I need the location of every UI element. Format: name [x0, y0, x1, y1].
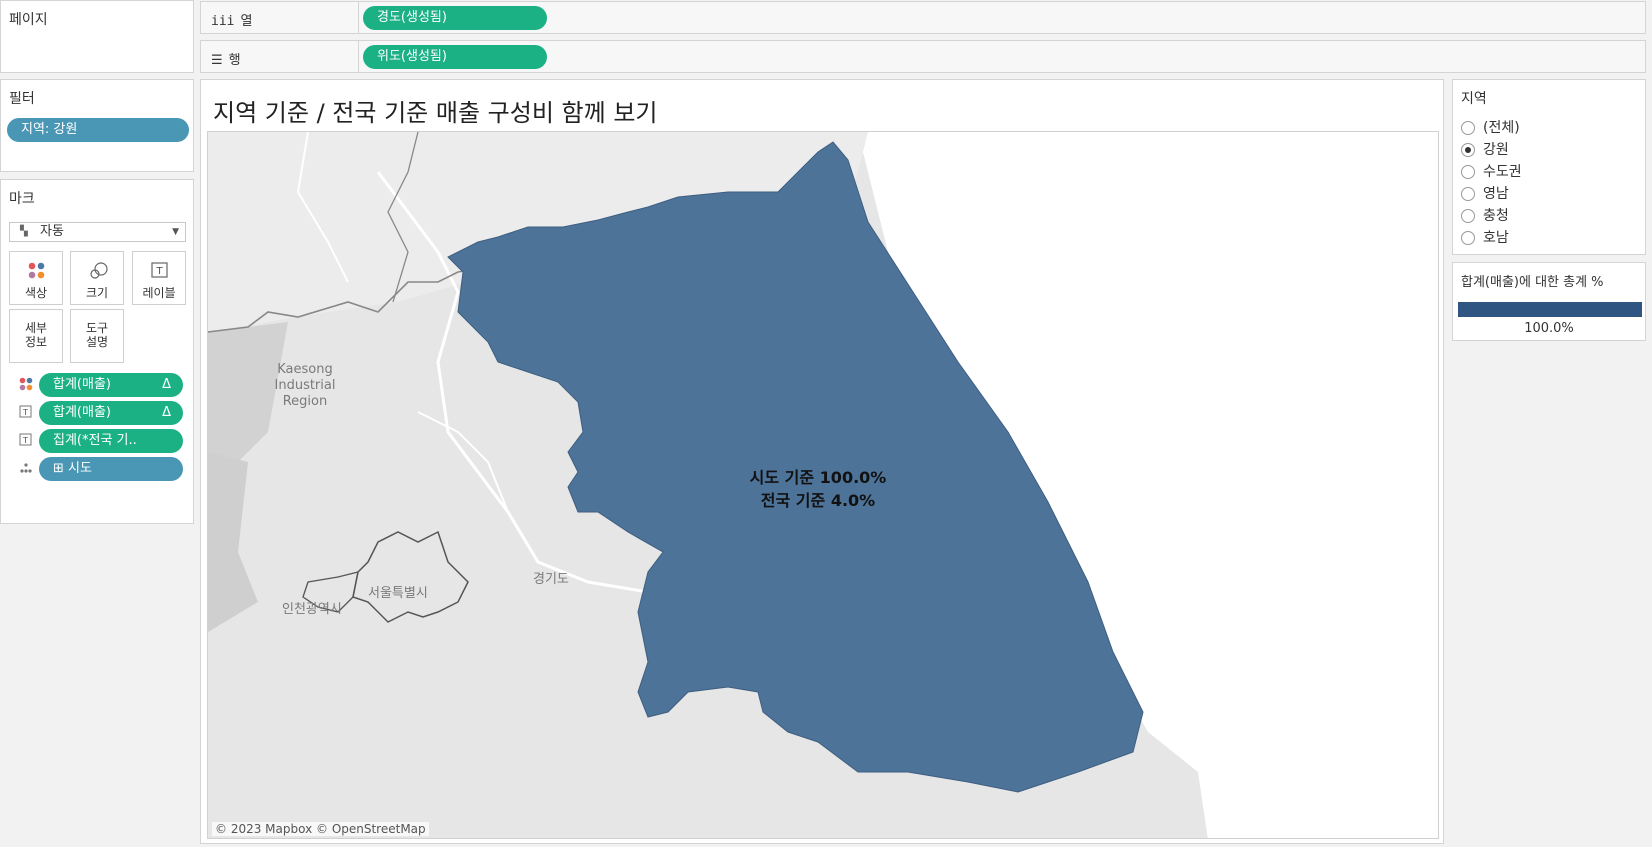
- color-button-label: 색상: [24, 286, 48, 300]
- mark-field-color-sum-sales[interactable]: 합계(매출) Δ: [39, 373, 183, 397]
- view-title: 지역 기준 / 전국 기준 매출 구성비 함께 보기: [213, 99, 658, 127]
- radio-icon: [1461, 187, 1475, 201]
- color-legend-card: 합계(매출)에 대한 총계 % 100.0%: [1452, 262, 1646, 341]
- mark-field-label: 집계(*전국 기..: [53, 433, 137, 448]
- mark-field-detail-sido[interactable]: ⊞ 시도: [39, 457, 183, 481]
- region-option-honam[interactable]: 호남: [1461, 228, 1509, 248]
- mark-label-line1: 시도 기준 100.0%: [749, 468, 887, 487]
- filters-panel[interactable]: 필터 지역: 강원: [0, 79, 194, 172]
- chevron-down-icon: ▼: [172, 227, 179, 237]
- label-button-label: 레이블: [142, 286, 176, 300]
- region-option-gangwon[interactable]: 강원: [1461, 140, 1509, 160]
- map-label-incheon: 인천광역시: [282, 602, 342, 617]
- color-legend-bar[interactable]: [1458, 302, 1642, 317]
- mark-field-label-national[interactable]: 집계(*전국 기..: [39, 429, 183, 453]
- pages-panel[interactable]: 페이지: [0, 0, 194, 73]
- label-button[interactable]: T 레이블: [132, 251, 186, 305]
- radio-selected-icon: [1461, 143, 1475, 157]
- map-view[interactable]: Kaesong Industrial Region 경기도 서울특별시 인천광역…: [207, 131, 1439, 839]
- latitude-pill[interactable]: 위도(생성됨): [363, 45, 547, 69]
- svg-text:T: T: [155, 266, 163, 277]
- rows-shelf-divider: [358, 41, 359, 72]
- map-label-gyeonggi: 경기도: [533, 572, 569, 587]
- mark-type-value: 자동: [40, 224, 64, 239]
- marks-panel: 마크 ▚ 자동 ▼ 색상 크기 T 레이블 세부 정보 도구 설명 합계(매출)…: [0, 179, 194, 524]
- size-icon: [90, 262, 108, 279]
- size-button[interactable]: 크기: [70, 251, 124, 305]
- region-option-label: 수도권: [1483, 164, 1522, 180]
- mark-field-label: ⊞ 시도: [53, 461, 92, 476]
- filters-panel-title: 필터: [9, 91, 35, 107]
- detail-button[interactable]: 세부 정보: [9, 309, 63, 363]
- detail-button-label: 세부 정보: [24, 321, 48, 349]
- radio-icon: [1461, 121, 1475, 135]
- rows-shelf-label: ☰ 행: [211, 49, 241, 68]
- map-attribution[interactable]: © 2023 Mapbox © OpenStreetMap: [212, 822, 429, 836]
- region-filter-card: 지역 (전체) 강원 수도권 영남 충청 호남: [1452, 79, 1646, 255]
- map-label-seoul: 서울특별시: [368, 586, 428, 601]
- region-option-label: 호남: [1483, 230, 1509, 246]
- svg-text:T: T: [22, 408, 28, 417]
- region-filter-title: 지역: [1461, 91, 1487, 107]
- color-dots-icon: [19, 377, 33, 391]
- columns-shelf-label: iii 열: [211, 10, 252, 29]
- region-filter-pill[interactable]: 지역: 강원: [7, 118, 189, 142]
- rows-shelf[interactable]: ☰ 행 위도(생성됨): [200, 40, 1646, 73]
- columns-shelf-divider: [358, 2, 359, 33]
- color-icon: [28, 262, 45, 279]
- columns-shelf[interactable]: iii 열 경도(생성됨): [200, 1, 1646, 34]
- map-label-kaesong: Kaesong Industrial Region: [274, 362, 336, 409]
- region-option-all[interactable]: (전체): [1461, 118, 1520, 138]
- radio-icon: [1461, 231, 1475, 245]
- gangwon-mark-label: 시도 기준 100.0% 전국 기준 4.0%: [728, 466, 908, 512]
- tooltip-button-label: 도구 설명: [85, 321, 109, 349]
- tooltip-button[interactable]: 도구 설명: [70, 309, 124, 363]
- mark-field-label: 합계(매출): [53, 377, 111, 392]
- region-option-label: 영남: [1483, 186, 1509, 202]
- columns-icon: iii: [211, 14, 235, 29]
- mark-field-label: 합계(매출): [53, 405, 111, 420]
- rows-shelf-text: 행: [228, 53, 241, 68]
- region-option-yeongnam[interactable]: 영남: [1461, 184, 1509, 204]
- detail-dots-icon: [20, 463, 32, 473]
- longitude-pill[interactable]: 경도(생성됨): [363, 6, 547, 30]
- map-mark-icon: ▚: [20, 226, 28, 237]
- svg-text:T: T: [22, 436, 28, 445]
- color-legend-title: 합계(매출)에 대한 총계 %: [1461, 275, 1604, 290]
- color-legend-value: 100.0%: [1524, 321, 1574, 336]
- region-option-label: 충청: [1483, 208, 1509, 224]
- size-button-label: 크기: [85, 286, 109, 300]
- radio-icon: [1461, 209, 1475, 223]
- color-button[interactable]: 색상: [9, 251, 63, 305]
- label-icon: T: [151, 262, 168, 278]
- delta-icon: Δ: [162, 377, 171, 392]
- delta-icon: Δ: [162, 405, 171, 420]
- region-option-label: (전체): [1483, 120, 1520, 136]
- mark-field-label-sum-sales[interactable]: 합계(매출) Δ: [39, 401, 183, 425]
- mark-label-line2: 전국 기준 4.0%: [760, 491, 876, 510]
- rows-icon: ☰: [211, 53, 223, 68]
- radio-icon: [1461, 165, 1475, 179]
- mark-type-dropdown[interactable]: ▚ 자동 ▼: [9, 222, 186, 242]
- region-option-chungcheong[interactable]: 충청: [1461, 206, 1509, 226]
- text-label-icon: T: [19, 433, 32, 446]
- marks-panel-title: 마크: [9, 191, 35, 207]
- pages-panel-title: 페이지: [9, 12, 48, 28]
- columns-shelf-text: 열: [240, 14, 253, 29]
- text-label-icon: T: [19, 405, 32, 418]
- region-option-capital[interactable]: 수도권: [1461, 162, 1522, 182]
- region-option-label: 강원: [1483, 142, 1509, 158]
